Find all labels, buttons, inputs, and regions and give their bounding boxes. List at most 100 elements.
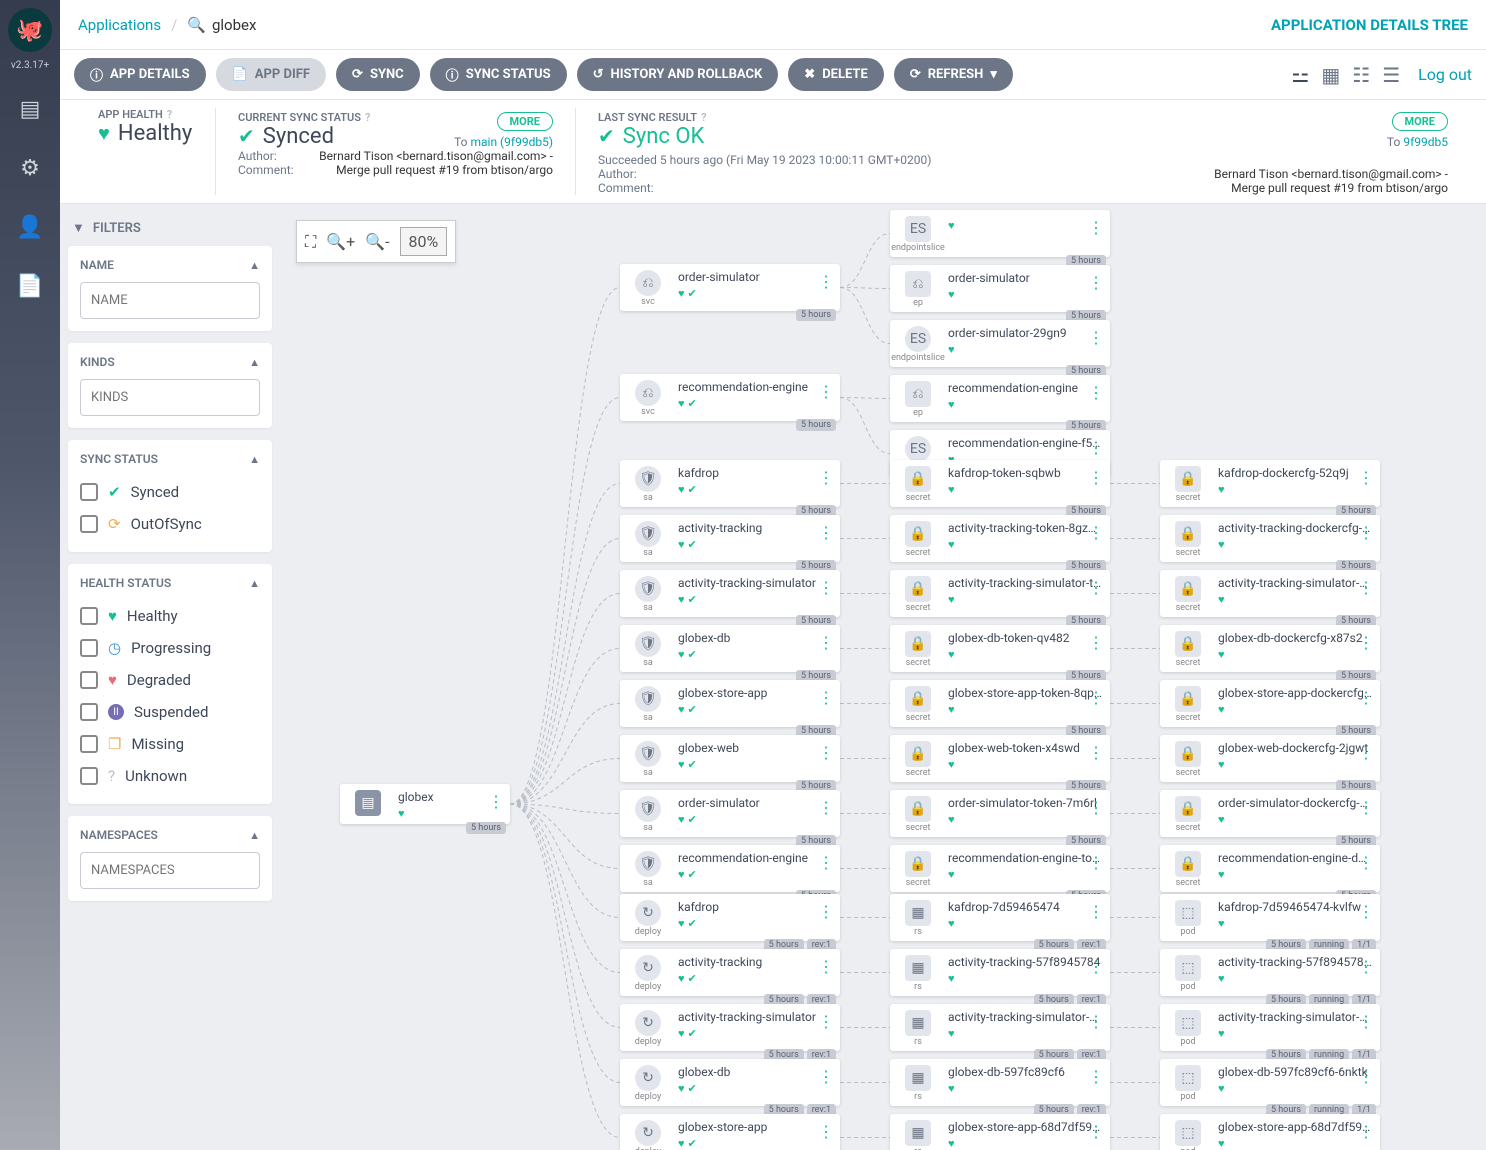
resource-node[interactable]: ESendpointslice♥⋮5 hours — [890, 210, 1110, 257]
resource-node[interactable]: ⬚podactivity-tracking-57f8945784-8…♥⋮5 h… — [1160, 949, 1380, 996]
node-menu-icon[interactable]: ⋮ — [818, 798, 834, 817]
resource-node[interactable]: ↻deployglobex-store-app♥✔⋮5 hoursrev:1 — [620, 1114, 840, 1150]
node-menu-icon[interactable]: ⋮ — [1358, 853, 1374, 872]
node-menu-icon[interactable]: ⋮ — [1088, 957, 1104, 976]
node-menu-icon[interactable]: ⋮ — [1088, 902, 1104, 921]
filter-namespaces-input[interactable] — [80, 852, 260, 889]
node-menu-icon[interactable]: ⋮ — [818, 578, 834, 597]
lastsync-target-link[interactable]: 9f99db5 — [1403, 135, 1448, 149]
tree-canvas[interactable]: ⛶ 🔍+ 🔍- 80% ▤globex♥⋮5 hours ⎌svcorder-s… — [280, 204, 1486, 1150]
view-network-icon[interactable]: ☷ — [1352, 63, 1370, 87]
lastsync-more-button[interactable]: MORE — [1392, 112, 1448, 131]
node-menu-icon[interactable]: ⋮ — [1358, 688, 1374, 707]
delete-button[interactable]: ✖DELETE — [788, 58, 884, 91]
filter-check-missing[interactable]: ❐Missing — [80, 728, 260, 760]
resource-node[interactable]: 🛡saglobex-web♥✔⋮5 hours — [620, 735, 840, 782]
checkbox[interactable] — [80, 515, 98, 533]
resource-node[interactable]: 🛡sakafdrop♥✔⋮5 hours — [620, 460, 840, 507]
view-grid-icon[interactable]: ▦ — [1321, 63, 1340, 87]
node-menu-icon[interactable]: ⋮ — [818, 688, 834, 707]
resource-node[interactable]: 🔒secretorder-simulator-token-7m6rl♥⋮5 ho… — [890, 790, 1110, 837]
node-menu-icon[interactable]: ⋮ — [1358, 1012, 1374, 1031]
view-list-icon[interactable]: ☰ — [1382, 63, 1400, 87]
node-menu-icon[interactable]: ⋮ — [818, 382, 834, 401]
node-menu-icon[interactable]: ⋮ — [1088, 1067, 1104, 1086]
resource-node[interactable]: ↻deployglobex-db♥✔⋮5 hoursrev:1 — [620, 1059, 840, 1106]
resource-node[interactable]: 🔒secretkafdrop-token-sqbwb♥⋮5 hours — [890, 460, 1110, 507]
app-details-button[interactable]: ⓘAPP DETAILS — [74, 58, 206, 91]
resource-node[interactable]: ⬚podglobex-store-app-68d7df596f-l…♥⋮5 ho… — [1160, 1114, 1380, 1150]
resource-node[interactable]: 🛡saglobex-store-app♥✔⋮5 hours — [620, 680, 840, 727]
node-menu-icon[interactable]: ⋮ — [1088, 853, 1104, 872]
node-menu-icon[interactable]: ⋮ — [1358, 1067, 1374, 1086]
resource-node[interactable]: ▦rsglobex-db-597fc89cf6♥⋮5 hoursrev:1 — [890, 1059, 1110, 1106]
app-diff-button[interactable]: 📄APP DIFF — [216, 58, 326, 91]
node-menu-icon[interactable]: ⋮ — [1088, 383, 1104, 402]
node-menu-icon[interactable]: ⋮ — [818, 1012, 834, 1031]
resource-node[interactable]: 🔒secretkafdrop-dockercfg-52q9j♥⋮5 hours — [1160, 460, 1380, 507]
checkbox[interactable] — [80, 607, 98, 625]
node-menu-icon[interactable]: ⋮ — [1088, 438, 1104, 457]
resource-node[interactable]: 🛡sarecommendation-engine♥✔⋮5 hours — [620, 845, 840, 892]
node-menu-icon[interactable]: ⋮ — [1358, 743, 1374, 762]
node-menu-icon[interactable]: ⋮ — [1088, 328, 1104, 347]
checkbox[interactable] — [80, 703, 98, 721]
zoom-in-icon[interactable]: 🔍+ — [326, 232, 355, 251]
node-menu-icon[interactable]: ⋮ — [1088, 1122, 1104, 1141]
sync-button[interactable]: ⟳SYNC — [336, 58, 420, 91]
filter-check-degraded[interactable]: ♥Degraded — [80, 664, 260, 696]
node-menu-icon[interactable]: ⋮ — [818, 853, 834, 872]
refresh-button[interactable]: ⟳REFRESH▾ — [894, 58, 1013, 91]
node-menu-icon[interactable]: ⋮ — [1088, 523, 1104, 542]
resource-node[interactable]: ⎌eporder-simulator♥⋮5 hours — [890, 265, 1110, 312]
resource-node[interactable]: ⎌svcrecommendation-engine♥✔⋮5 hours — [620, 374, 840, 421]
filter-check-outofsync[interactable]: ⟳OutOfSync — [80, 508, 260, 540]
resource-node[interactable]: ▦rsglobex-store-app-68d7df596f♥⋮5 hoursr… — [890, 1114, 1110, 1150]
resource-node[interactable]: ↻deployactivity-tracking♥✔⋮5 hoursrev:1 — [620, 949, 840, 996]
resource-node[interactable]: 🔒secretrecommendation-engine-token…♥⋮5 h… — [890, 845, 1110, 892]
resource-node[interactable]: ⬚podactivity-tracking-simulator-7f5f…♥⋮5… — [1160, 1004, 1380, 1051]
zoom-out-icon[interactable]: 🔍- — [365, 232, 389, 251]
resource-node[interactable]: ⎌eprecommendation-engine♥⋮5 hours — [890, 375, 1110, 422]
resource-node[interactable]: 🔒secretglobex-web-token-x4swd♥⋮5 hours — [890, 735, 1110, 782]
sync-status-button[interactable]: ⓘSYNC STATUS — [430, 58, 567, 91]
resource-node[interactable]: 🔒secretactivity-tracking-token-8gzbm♥⋮5 … — [890, 515, 1110, 562]
nav-icon-apps[interactable]: ▤ — [20, 89, 41, 130]
resource-node[interactable]: 🔒secretactivity-tracking-simulator-doc…♥… — [1160, 570, 1380, 617]
filter-kinds-input[interactable] — [80, 379, 260, 416]
resource-node[interactable]: 🛡saactivity-tracking-simulator♥✔⋮5 hours — [620, 570, 840, 617]
resource-node[interactable]: ⬚podkafdrop-7d59465474-kvlfw♥⋮5 hoursrun… — [1160, 894, 1380, 941]
breadcrumb-root[interactable]: Applications — [78, 16, 161, 34]
resource-node[interactable]: ESendpointsliceorder-simulator-29gn9♥⋮5 … — [890, 320, 1110, 367]
resource-node[interactable]: 🔒secretactivity-tracking-dockercfg-k6b…♥… — [1160, 515, 1380, 562]
node-menu-icon[interactable]: ⋮ — [818, 957, 834, 976]
node-menu-icon[interactable]: ⋮ — [1358, 468, 1374, 487]
resource-node[interactable]: ⎌svcorder-simulator♥✔⋮5 hours — [620, 264, 840, 311]
resource-node[interactable]: ↻deployactivity-tracking-simulator♥✔⋮5 h… — [620, 1004, 840, 1051]
resource-node[interactable]: 🔒secretorder-simulator-dockercfg-5ghds♥⋮… — [1160, 790, 1380, 837]
checkbox[interactable] — [80, 483, 98, 501]
checkbox[interactable] — [80, 735, 98, 753]
node-menu-icon[interactable]: ⋮ — [818, 743, 834, 762]
collapse-icon[interactable]: ▲ — [249, 259, 260, 272]
filter-check-suspended[interactable]: IISuspended — [80, 696, 260, 728]
collapse-icon[interactable]: ▲ — [249, 356, 260, 369]
node-menu-icon[interactable]: ⋮ — [1088, 218, 1104, 237]
collapse-icon[interactable]: ▲ — [249, 453, 260, 466]
node-menu-icon[interactable]: ⋮ — [1358, 633, 1374, 652]
node-menu-icon[interactable]: ⋮ — [1358, 902, 1374, 921]
node-menu-icon[interactable]: ⋮ — [1088, 798, 1104, 817]
resource-node[interactable]: 🔒secretglobex-web-dockercfg-2jgwt♥⋮5 hou… — [1160, 735, 1380, 782]
resource-node[interactable]: ▤globex♥⋮5 hours — [340, 784, 510, 824]
node-menu-icon[interactable]: ⋮ — [1088, 633, 1104, 652]
node-menu-icon[interactable]: ⋮ — [818, 902, 834, 921]
node-menu-icon[interactable]: ⋮ — [818, 1122, 834, 1141]
zoom-fit-icon[interactable]: ⛶ — [305, 232, 316, 252]
node-menu-icon[interactable]: ⋮ — [818, 272, 834, 291]
node-menu-icon[interactable]: ⋮ — [1358, 1122, 1374, 1141]
resource-node[interactable]: ▦rsactivity-tracking-simulator-7f5f…♥⋮5 … — [890, 1004, 1110, 1051]
collapse-icon[interactable]: ▲ — [249, 829, 260, 842]
node-menu-icon[interactable]: ⋮ — [1088, 688, 1104, 707]
nav-icon-user[interactable]: 👤 — [16, 207, 43, 248]
nav-icon-settings[interactable]: ⚙ — [20, 148, 40, 189]
